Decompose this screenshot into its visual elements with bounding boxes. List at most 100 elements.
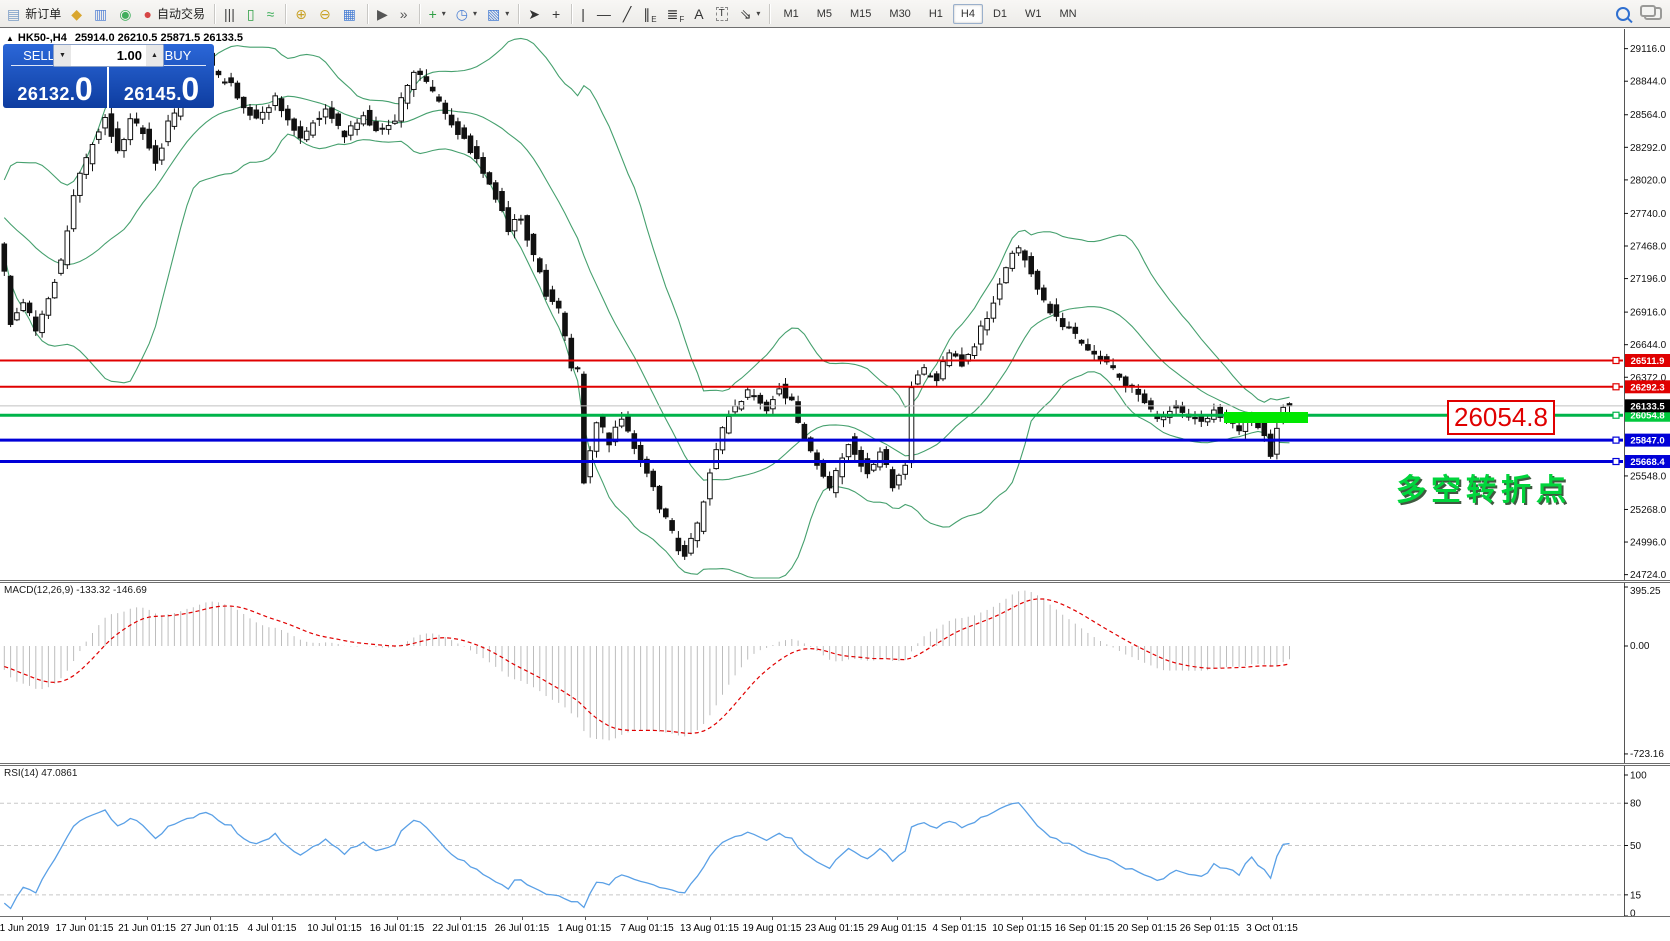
- timeframe-h1[interactable]: H1: [921, 4, 951, 24]
- hline-handle[interactable]: [1613, 412, 1619, 418]
- buy-price: 26145.0: [109, 76, 214, 105]
- signals-button[interactable]: ◉: [114, 2, 138, 26]
- turning-point-text[interactable]: 多空转折点: [1396, 465, 1571, 509]
- svg-text:26644.0: 26644.0: [1630, 340, 1667, 351]
- timeframe-m15[interactable]: M15: [842, 4, 879, 24]
- timeframe-d1[interactable]: D1: [985, 4, 1015, 24]
- macd-label: MACD(12,26,9) -133.32 -146.69: [4, 585, 147, 596]
- chart-title: ▲HK50-,H425914.0 26210.5 25871.5 26133.5: [6, 32, 243, 44]
- periods-button[interactable]: ◷▾: [451, 2, 482, 26]
- macd-chart-surface[interactable]: 395.25 0.00 -723.16: [0, 583, 1670, 763]
- vertical-line-button[interactable]: |: [576, 2, 592, 26]
- price-callout-box[interactable]: 26054.8: [1447, 400, 1555, 435]
- date-tick: [1272, 917, 1273, 920]
- date-tick: [710, 917, 711, 920]
- svg-text:395.25: 395.25: [1630, 586, 1661, 597]
- svg-text:28844.0: 28844.0: [1630, 77, 1667, 88]
- timeframe-mn[interactable]: MN: [1052, 4, 1085, 24]
- horizontal-line-button[interactable]: —: [592, 2, 618, 26]
- toolbar-separator: [769, 4, 770, 24]
- date-label: 1 Aug 01:15: [558, 923, 611, 934]
- svg-text:26292.3: 26292.3: [1630, 382, 1664, 393]
- templates-icon: ▧: [487, 7, 500, 21]
- date-label: 4 Jul 01:15: [248, 923, 297, 934]
- svg-text:-723.16: -723.16: [1630, 749, 1664, 760]
- macd-indicator-panel[interactable]: 395.25 0.00 -723.16 MACD(12,26,9) -133.32 …: [0, 583, 1670, 763]
- timeframe-h4[interactable]: H4: [953, 4, 983, 24]
- chart-list-button[interactable]: ◆: [66, 2, 89, 26]
- date-tick: [272, 917, 273, 920]
- candlestick-chart-button[interactable]: ▯: [242, 2, 262, 26]
- bar-chart-button[interactable]: |||: [219, 2, 242, 26]
- date-label: 22 Jul 01:15: [432, 923, 487, 934]
- date-label: 21 Jun 01:15: [118, 923, 176, 934]
- svg-text:25548.0: 25548.0: [1630, 471, 1667, 482]
- svg-text:29116.0: 29116.0: [1630, 44, 1666, 55]
- timeframe-m1[interactable]: M1: [775, 4, 806, 24]
- zoom-out-button[interactable]: ⊖: [314, 2, 338, 26]
- zoom-in-button[interactable]: ⊕: [290, 2, 314, 26]
- crosshair-icon: +: [552, 7, 560, 21]
- hline-handle[interactable]: [1613, 384, 1619, 390]
- date-label: 19 Aug 01:15: [743, 923, 802, 934]
- fibonacci-button[interactable]: ≣F: [662, 2, 690, 26]
- date-label: 16 Jul 01:15: [370, 923, 425, 934]
- text-icon: A: [694, 7, 703, 21]
- date-tick: [1210, 917, 1211, 920]
- text-label-button[interactable]: T: [711, 2, 735, 26]
- date-label: 10 Sep 01:15: [992, 923, 1052, 934]
- auto-trading-button[interactable]: ●自动交易: [138, 2, 209, 26]
- date-axis[interactable]: 11 Jun 201917 Jun 01:1521 Jun 01:1527 Ju…: [0, 916, 1670, 941]
- timeframe-m30[interactable]: M30: [881, 4, 918, 24]
- main-chart-panel[interactable]: 29116.028844.028564.028292.028020.027740…: [0, 29, 1670, 580]
- hline-handle[interactable]: [1613, 437, 1619, 443]
- highlight-bar-object[interactable]: [1224, 412, 1308, 423]
- svg-text:0.00: 0.00: [1630, 641, 1650, 652]
- rsi-indicator-panel[interactable]: 1008050150 RSI(14) 47.0861: [0, 766, 1670, 916]
- market-watch-button[interactable]: ▥: [89, 2, 114, 26]
- auto-scroll-icon: ▶: [377, 7, 388, 21]
- rsi-label: RSI(14) 47.0861: [4, 768, 77, 779]
- volume-decrease-button[interactable]: ▼: [54, 45, 71, 66]
- crosshair-button[interactable]: +: [547, 2, 567, 26]
- trendline-button[interactable]: ╱: [618, 2, 638, 26]
- rsi-chart-surface[interactable]: 1008050150: [0, 766, 1670, 916]
- date-label: 26 Jul 01:15: [495, 923, 550, 934]
- indicators-button[interactable]: +▾: [424, 2, 451, 26]
- svg-text:27196.0: 27196.0: [1630, 274, 1667, 285]
- chart-shift-button[interactable]: »: [395, 2, 415, 26]
- date-label: 13 Aug 01:15: [680, 923, 739, 934]
- templates-button[interactable]: ▧▾: [482, 2, 514, 26]
- tile-windows-button[interactable]: ▦: [338, 2, 363, 26]
- equidistant-channel-button[interactable]: ∥E: [638, 2, 661, 26]
- chevron-down-icon: ▾: [473, 9, 477, 18]
- chat-icon[interactable]: [1644, 7, 1662, 20]
- chart-icon: ▲: [6, 34, 14, 43]
- main-toolbar: ▤新订单◆▥◉●自动交易|||▯≈⊕⊖▦▶»+▾◷▾▧▾➤+|—╱∥E≣FAT⇘…: [0, 0, 1670, 28]
- date-label: 10 Jul 01:15: [307, 923, 362, 934]
- timeframe-w1[interactable]: W1: [1017, 4, 1050, 24]
- search-icon[interactable]: [1616, 7, 1630, 21]
- volume-input[interactable]: [71, 45, 146, 66]
- hline-handle[interactable]: [1613, 459, 1619, 465]
- date-tick: [897, 917, 898, 920]
- svg-text:26916.0: 26916.0: [1630, 308, 1667, 319]
- chevron-down-icon: ▾: [442, 9, 446, 18]
- market-watch-icon: ▥: [94, 7, 107, 21]
- svg-text:24996.0: 24996.0: [1630, 538, 1667, 549]
- timeframe-m5[interactable]: M5: [809, 4, 840, 24]
- arrows-button[interactable]: ⇘▾: [735, 2, 766, 26]
- new-order-button[interactable]: ▤新订单: [2, 2, 66, 26]
- svg-text:28564.0: 28564.0: [1630, 110, 1667, 121]
- text-label-icon: T: [716, 7, 728, 21]
- text-button[interactable]: A: [689, 2, 710, 26]
- date-tick: [835, 917, 836, 920]
- auto-scroll-button[interactable]: ▶: [372, 2, 395, 26]
- hline-handle[interactable]: [1613, 357, 1619, 363]
- date-label: 29 Aug 01:15: [868, 923, 927, 934]
- cursor-button[interactable]: ➤: [523, 2, 547, 26]
- equidistant-channel-icon: ∥: [643, 7, 650, 21]
- line-chart-button[interactable]: ≈: [262, 2, 282, 26]
- svg-text:15: 15: [1630, 890, 1642, 901]
- volume-increase-button[interactable]: ▲: [146, 45, 163, 66]
